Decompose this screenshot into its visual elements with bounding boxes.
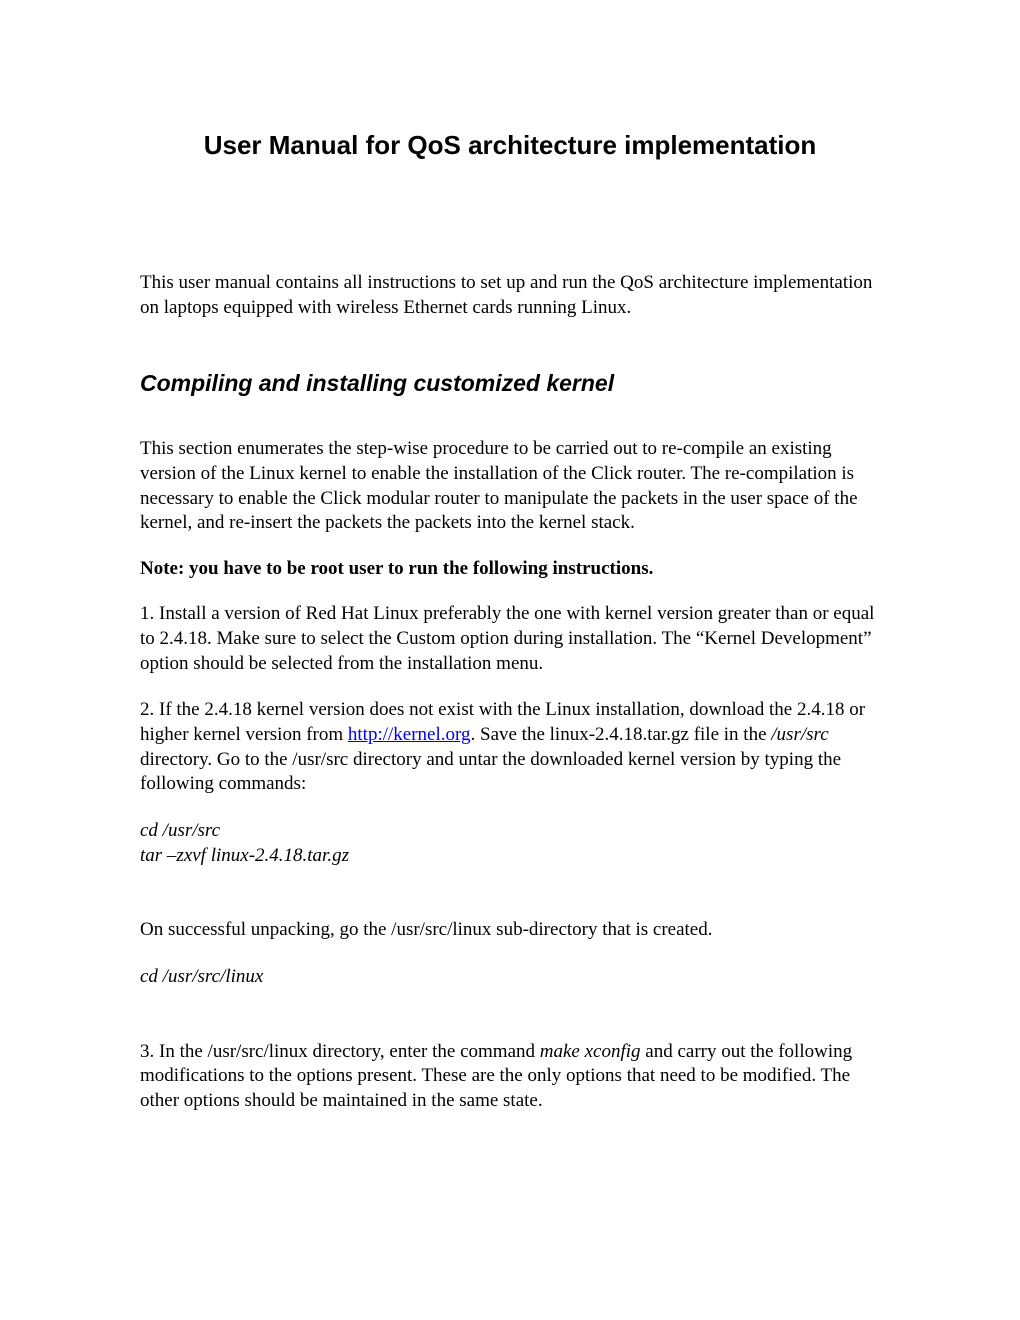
- body-paragraph: This section enumerates the step-wise pr…: [140, 437, 880, 536]
- text-fragment: directory. Go to the /usr/src directory …: [140, 749, 841, 795]
- note-text: Note: you have to be root user to run th…: [140, 558, 880, 580]
- kernel-link[interactable]: http://kernel.org: [348, 724, 471, 745]
- step-1: 1. Install a version of Red Hat Linux pr…: [140, 602, 880, 676]
- command-italic: make xconfig: [540, 1041, 641, 1062]
- step-3: 3. In the /usr/src/linux directory, ente…: [140, 1040, 880, 1114]
- text-fragment: . Save the linux-2.4.18.tar.gz file in t…: [471, 724, 772, 745]
- command-line: cd /usr/src/linux: [140, 965, 880, 990]
- intro-paragraph: This user manual contains all instructio…: [140, 271, 880, 320]
- body-paragraph: On successful unpacking, go the /usr/src…: [140, 918, 880, 943]
- command-line: cd /usr/src: [140, 819, 880, 844]
- path-italic: /usr/src: [771, 724, 828, 745]
- section-heading: Compiling and installing customized kern…: [140, 370, 880, 397]
- page-title: User Manual for QoS architecture impleme…: [140, 130, 880, 161]
- command-line: tar –zxvf linux-2.4.18.tar.gz: [140, 844, 880, 869]
- step-2: 2. If the 2.4.18 kernel version does not…: [140, 698, 880, 797]
- text-fragment: 3. In the /usr/src/linux directory, ente…: [140, 1041, 540, 1062]
- command-block: cd /usr/src tar –zxvf linux-2.4.18.tar.g…: [140, 819, 880, 868]
- document-page: User Manual for QoS architecture impleme…: [0, 0, 1020, 1114]
- command-block: cd /usr/src/linux: [140, 965, 880, 990]
